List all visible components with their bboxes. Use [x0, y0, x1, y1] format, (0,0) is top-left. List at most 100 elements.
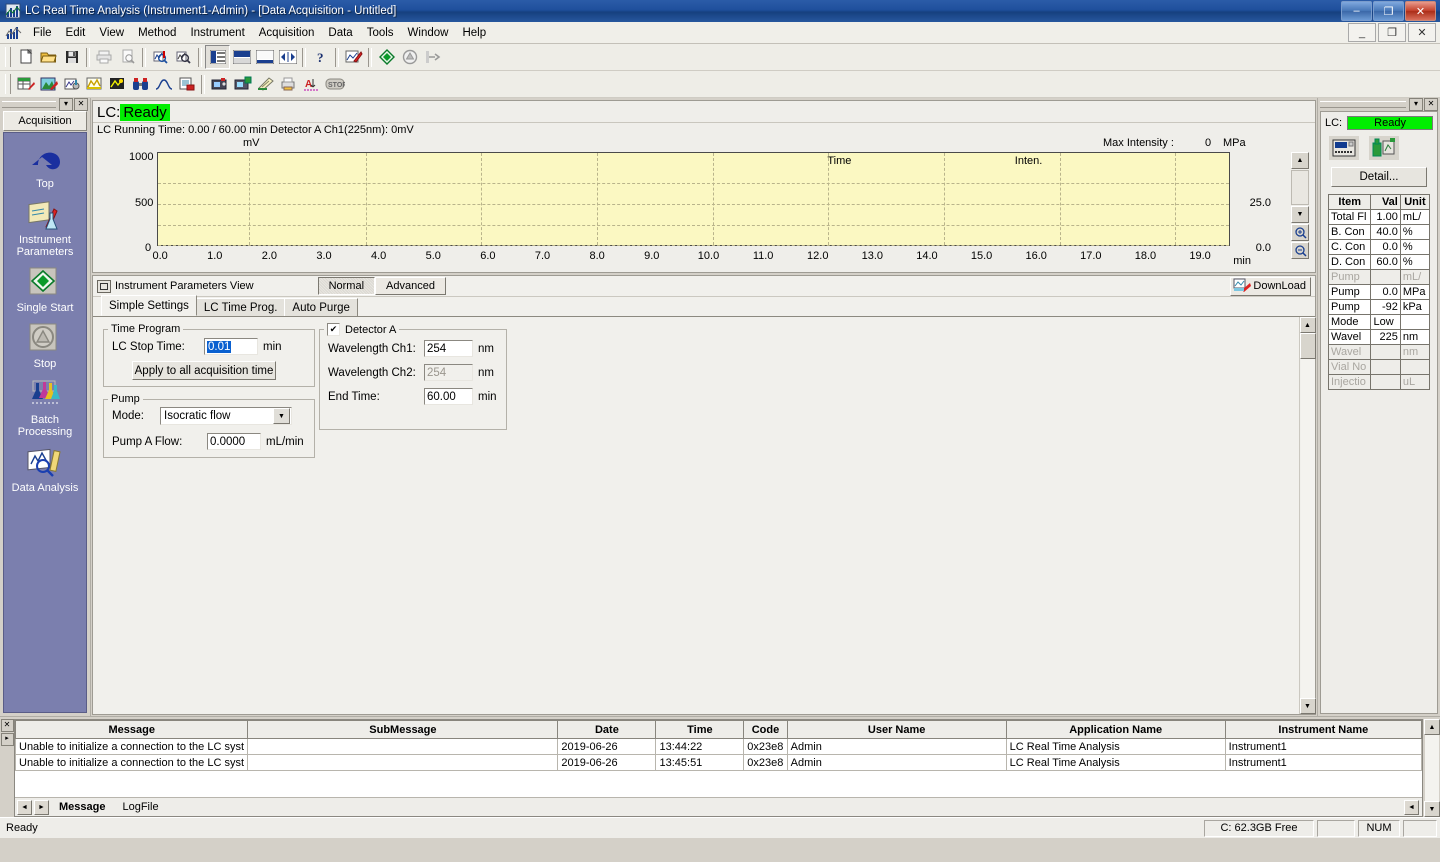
stop-sign-icon[interactable]: STOP	[323, 73, 346, 95]
tab-lc-time-prog[interactable]: LC Time Prog.	[195, 298, 286, 316]
sidebar-item-instrument-parameters[interactable]: Instrument Parameters	[4, 199, 86, 258]
lc-stop-time-input[interactable]: 0.01	[204, 338, 258, 355]
menu-view[interactable]: View	[92, 25, 131, 41]
menu-window[interactable]: Window	[401, 25, 456, 41]
mode-advanced-button[interactable]: Advanced	[375, 277, 446, 295]
table-row[interactable]: B. Con 40.0%	[1327, 224, 1431, 240]
maximize-button[interactable]: ❐	[1373, 1, 1404, 21]
table-row[interactable]: Wavel 225 nm	[1327, 329, 1431, 345]
log-scroll-down-button[interactable]: ▼	[1424, 801, 1440, 817]
log-col-message[interactable]: Message	[14, 720, 249, 739]
print-batch-icon[interactable]	[277, 73, 300, 95]
table-row[interactable]: Pump 0.0 MPa	[1327, 284, 1431, 300]
print-preview-icon[interactable]	[116, 46, 139, 68]
sidebar-item-batch-processing[interactable]: Batch Processing	[4, 379, 86, 438]
stop-icon[interactable]	[398, 46, 421, 68]
sidebar-tab-acquisition[interactable]: Acquisition	[3, 111, 87, 131]
log-col-user[interactable]: User Name	[786, 720, 1007, 739]
mdi-close-button[interactable]: ✕	[1408, 23, 1436, 42]
menu-acquisition[interactable]: Acquisition	[252, 25, 322, 41]
download-button[interactable]: DownLoad	[1230, 276, 1311, 296]
log-nav-next-button[interactable]: ►	[34, 799, 49, 815]
lc-controller-icon[interactable]	[1329, 136, 1359, 160]
save-disk-icon[interactable]	[60, 46, 83, 68]
curve-icon[interactable]	[152, 73, 175, 95]
restore-panel-icon[interactable]	[97, 279, 111, 293]
zoom-in-icon[interactable]	[1291, 224, 1309, 241]
report-icon[interactable]	[175, 73, 198, 95]
method-edit-icon[interactable]	[342, 46, 365, 68]
wavelength-ch1-input[interactable]: 254	[424, 340, 473, 357]
log-expand-button[interactable]: ▸	[0, 733, 14, 746]
quick-batch-icon[interactable]	[254, 73, 277, 95]
close-button[interactable]: ✕	[1405, 1, 1436, 21]
menu-edit[interactable]: Edit	[59, 25, 93, 41]
log-scroll-up-button[interactable]: ▲	[1424, 719, 1440, 735]
toolbar-grip[interactable]	[5, 74, 11, 94]
help-question-icon[interactable]: ?	[309, 46, 332, 68]
log-col-instrument[interactable]: Instrument Name	[1224, 720, 1423, 739]
parameters-scroll-thumb[interactable]	[1299, 333, 1316, 359]
log-nav-prev-button[interactable]: ◄	[17, 799, 32, 815]
log-vertical-scrollbar[interactable]: ▲ ▼	[1424, 719, 1440, 817]
chromatogram-edit-icon[interactable]	[83, 73, 106, 95]
mdi-restore-button[interactable]: ❐	[1378, 23, 1406, 42]
menu-data[interactable]: Data	[321, 25, 359, 41]
end-time-input[interactable]: 60.00	[424, 388, 473, 405]
tab-auto-purge[interactable]: Auto Purge	[284, 298, 358, 316]
detail-button[interactable]: Detail...	[1331, 167, 1427, 187]
monitor-close-button[interactable]: ✕	[1424, 97, 1438, 111]
log-scroll-track[interactable]	[1425, 735, 1439, 801]
sidebar-item-top[interactable]: Top	[4, 143, 86, 190]
pump-a-flow-input[interactable]: 0.0000	[207, 433, 261, 450]
tab-simple-settings[interactable]: Simple Settings	[101, 295, 197, 316]
snapshot-add-icon[interactable]	[231, 73, 254, 95]
toolbar-grip[interactable]	[5, 47, 11, 67]
snapshot-icon[interactable]	[208, 73, 231, 95]
apply-to-all-acquisition-time-button[interactable]: Apply to all acquisition time	[132, 361, 276, 380]
minimize-button[interactable]: –	[1341, 1, 1372, 21]
plot-region[interactable]: Time Inten. 0.0 1.0 2.0 3.0 4.0 5.0 6.0 …	[152, 152, 1230, 262]
table-edit-icon[interactable]	[14, 73, 37, 95]
chart-scroll-down-button[interactable]: ▼	[1291, 206, 1309, 223]
monitor-dropdown-button[interactable]: ▾	[1409, 97, 1423, 111]
detector-a-checkbox[interactable]: ✔	[327, 323, 340, 336]
data-search-alt-icon[interactable]	[172, 46, 195, 68]
menu-help[interactable]: Help	[455, 25, 493, 41]
table-row[interactable]: Mode Low	[1327, 314, 1431, 330]
log-hscroll-left-button[interactable]: ◄	[1404, 799, 1419, 815]
single-start-icon[interactable]	[375, 46, 398, 68]
layout-expand-icon[interactable]	[276, 46, 299, 68]
print-icon[interactable]	[93, 46, 116, 68]
pump-mode-select[interactable]: Isocratic flow ▼	[160, 407, 292, 425]
open-folder-icon[interactable]	[37, 46, 60, 68]
layout-split-icon[interactable]	[205, 45, 230, 69]
table-row[interactable]: Total Fl 1.00 mL/	[1327, 209, 1431, 225]
binoculars-icon[interactable]	[129, 73, 152, 95]
log-col-date[interactable]: Date	[557, 720, 657, 739]
zoom-out-icon[interactable]	[1291, 242, 1309, 259]
log-col-application[interactable]: Application Name	[1005, 720, 1226, 739]
monitor-grab-bar[interactable]	[1320, 100, 1406, 108]
mode-normal-button[interactable]: Normal	[317, 277, 376, 295]
menu-instrument[interactable]: Instrument	[183, 25, 251, 41]
image-edit-icon[interactable]	[37, 73, 60, 95]
menu-method[interactable]: Method	[131, 25, 183, 41]
batch-run-icon[interactable]	[421, 46, 444, 68]
chart-scroll-up-button[interactable]: ▲	[1291, 152, 1309, 169]
new-file-icon[interactable]	[14, 46, 37, 68]
table-row[interactable]: C. Con 0.0%	[1327, 239, 1431, 255]
layout-stacked-icon[interactable]	[230, 46, 253, 68]
table-row[interactable]: Pump -92 kPa	[1327, 299, 1431, 315]
sidebar-item-data-analysis[interactable]: Data Analysis	[4, 447, 86, 494]
data-search-icon[interactable]	[149, 46, 172, 68]
table-row[interactable]: D. Con 60.0%	[1327, 254, 1431, 270]
log-tab-logfile[interactable]: LogFile	[115, 801, 165, 813]
log-col-submessage[interactable]: SubMessage	[247, 720, 559, 739]
menu-tools[interactable]: Tools	[360, 25, 401, 41]
menu-file[interactable]: File	[26, 25, 59, 41]
sidebar-item-stop[interactable]: Stop	[4, 323, 86, 370]
log-col-time[interactable]: Time	[655, 720, 745, 739]
log-row[interactable]: Unable to initialize a connection to the…	[14, 738, 1423, 755]
log-col-code[interactable]: Code	[743, 720, 788, 739]
